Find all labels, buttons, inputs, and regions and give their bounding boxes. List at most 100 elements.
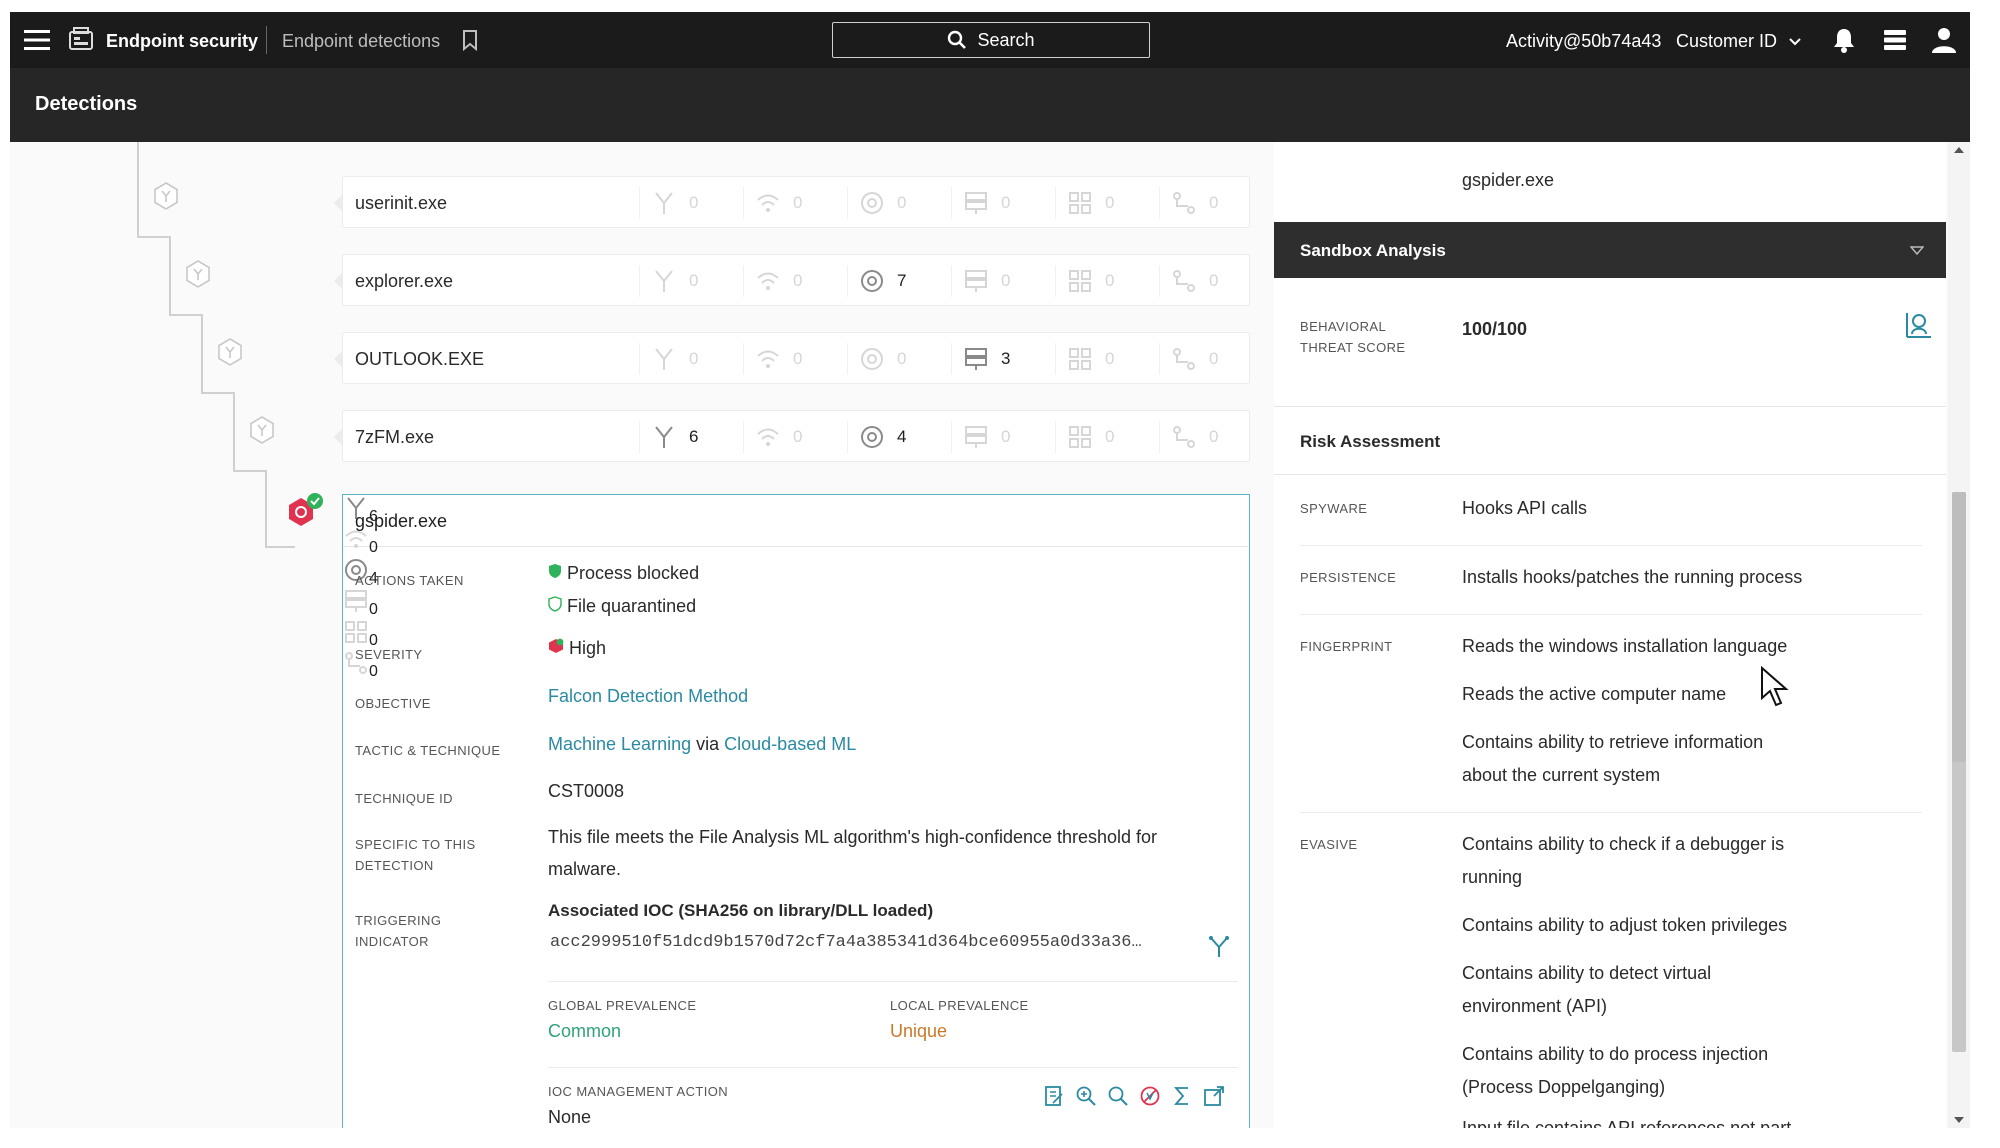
module-count[interactable]: 0 — [1067, 421, 1114, 453]
process-node-icon[interactable] — [184, 260, 212, 288]
zoom-in-icon[interactable] — [1075, 1085, 1097, 1107]
risk-item: Contains ability to retrieve information — [1462, 732, 1764, 752]
module-count[interactable]: 0 — [1067, 343, 1114, 375]
network-count[interactable]: 0 — [651, 343, 698, 375]
process-row[interactable]: 7zFM.exe 6 0 4 0 0 0 — [334, 410, 1250, 462]
selected-process-header[interactable]: gspider.exe 6 0 4 0 0 0 — [343, 495, 1249, 680]
disk-count[interactable]: 0 — [343, 588, 1249, 619]
module-count[interactable]: 0 — [1067, 265, 1114, 297]
network-count[interactable]: 0 — [651, 265, 698, 297]
technique-link[interactable]: Cloud-based ML — [724, 734, 856, 754]
bookmark-icon[interactable] — [462, 29, 478, 51]
tree-line — [201, 392, 233, 394]
report-icon[interactable] — [1904, 310, 1934, 340]
sandbox-analysis-title: Sandbox Analysis — [1300, 241, 1446, 260]
process-node-icon[interactable] — [216, 338, 244, 366]
action-file-quarantined: File quarantined — [548, 590, 696, 622]
registry-count[interactable]: 0 — [1171, 187, 1218, 219]
target-icon — [861, 270, 883, 292]
registry-count[interactable]: 0 — [343, 650, 1249, 681]
process-row[interactable]: OUTLOOK.EXE 0 0 0 3 0 0 — [334, 332, 1250, 384]
process-row[interactable]: userinit.exe 0 0 0 0 0 0 — [334, 176, 1250, 228]
wireless-count[interactable]: 0 — [755, 343, 802, 375]
account-name[interactable]: Activity@50b74a43 — [1506, 31, 1661, 52]
tactic-link[interactable]: Machine Learning — [548, 734, 691, 754]
customer-id-dropdown[interactable]: Customer ID — [1676, 31, 1802, 52]
severity-label: SEVERITY — [355, 647, 423, 662]
ioc-management-label: IOC MANAGEMENT ACTION — [548, 1084, 729, 1099]
search-label: Search — [977, 29, 1035, 50]
disk-count[interactable]: 0 — [963, 187, 1010, 219]
top-bar: Endpoint security Endpoint detections Se… — [10, 12, 1970, 68]
scrollbar-thumb[interactable] — [1952, 492, 1966, 762]
risk-item: (Process Doppelganging) — [1462, 1077, 1666, 1097]
side-panel-scrollbar[interactable] — [1948, 142, 1970, 1128]
user-icon[interactable] — [1930, 26, 1958, 54]
wireless-count[interactable]: 0 — [755, 421, 802, 453]
registry-count[interactable]: 0 — [1171, 343, 1218, 375]
network-count[interactable]: 6 — [651, 421, 698, 453]
objective-link[interactable]: Falcon Detection Method — [548, 680, 748, 712]
action-process-blocked: Process blocked — [548, 557, 699, 589]
selected-process-card: gspider.exe 6 0 4 0 0 0 ACTIONS TAKEN Pr… — [342, 494, 1250, 1128]
risk-assessment-title: Risk Assessment — [1300, 432, 1441, 451]
dns-count[interactable]: 0 — [859, 187, 906, 219]
local-prevalence-label: LOCAL PREVALENCE — [890, 998, 1029, 1013]
breadcrumb[interactable]: Endpoint detections — [282, 31, 440, 52]
external-link-icon[interactable] — [1203, 1085, 1225, 1107]
server-icon — [965, 348, 987, 370]
dns-count[interactable]: 4 — [343, 557, 1249, 588]
flow-icon — [1173, 348, 1195, 370]
scroll-up-icon[interactable] — [1953, 146, 1965, 154]
menu-icon[interactable] — [24, 28, 50, 52]
ioc-hash[interactable]: acc2999510f51dcd9b1570d72cf7a4a385341d36… — [550, 927, 1142, 959]
dns-count[interactable]: 7 — [859, 265, 906, 297]
search-icon — [948, 30, 967, 49]
tactic-value: Machine Learning via Cloud-based ML — [548, 728, 856, 760]
disk-count[interactable]: 0 — [963, 421, 1010, 453]
network-count[interactable]: 6 — [343, 495, 1249, 526]
sigma-icon[interactable] — [1171, 1085, 1193, 1107]
module-count[interactable]: 0 — [343, 619, 1249, 650]
disk-count[interactable]: 3 — [963, 343, 1010, 375]
registry-count[interactable]: 0 — [1171, 265, 1218, 297]
disk-count[interactable]: 0 — [963, 265, 1010, 297]
block-hash-icon[interactable] — [1139, 1085, 1161, 1107]
wifi-icon — [757, 194, 779, 212]
risk-item: about the current system — [1462, 765, 1661, 785]
wireless-count[interactable]: 0 — [343, 526, 1249, 557]
flow-icon — [1173, 426, 1195, 448]
stack-icon[interactable] — [1882, 28, 1908, 52]
fork-icon — [655, 192, 673, 214]
detection-node-icon[interactable] — [284, 492, 324, 532]
scroll-down-icon[interactable] — [1953, 1116, 1965, 1124]
risk-category-label: FINGERPRINT — [1300, 639, 1393, 654]
network-count[interactable]: 0 — [651, 187, 698, 219]
grid-icon — [1069, 270, 1091, 292]
page-title: Detections — [35, 93, 138, 115]
app-frame: Endpoint security Endpoint detections Se… — [10, 12, 1970, 1128]
flow-icon — [1173, 192, 1195, 214]
search-button[interactable]: Search — [832, 22, 1150, 58]
process-node-icon[interactable] — [248, 416, 276, 444]
risk-item: Reads the active computer name — [1462, 684, 1727, 704]
registry-count[interactable]: 0 — [1171, 421, 1218, 453]
tree-line — [233, 470, 265, 472]
collapse-triangle-icon[interactable] — [1910, 246, 1924, 256]
process-node-icon[interactable] — [152, 182, 180, 210]
search-icon[interactable] — [1107, 1085, 1129, 1107]
side-file-name: gspider.exe — [1462, 170, 1555, 190]
tactic-via: via — [696, 734, 720, 754]
ioc-graph-icon[interactable] — [1207, 935, 1231, 959]
dns-count[interactable]: 4 — [859, 421, 906, 453]
wireless-count[interactable]: 0 — [755, 187, 802, 219]
process-row[interactable]: explorer.exe 0 0 7 0 0 0 — [334, 254, 1250, 306]
customer-id-label: Customer ID — [1676, 31, 1778, 51]
ioc-action-toolbar — [1043, 1085, 1225, 1107]
dns-count[interactable]: 0 — [859, 343, 906, 375]
edit-document-icon[interactable] — [1043, 1085, 1065, 1107]
module-count[interactable]: 0 — [1067, 187, 1114, 219]
wireless-count[interactable]: 0 — [755, 265, 802, 297]
sandbox-analysis-header[interactable]: Sandbox Analysis — [1274, 222, 1946, 278]
bell-icon[interactable] — [1832, 26, 1856, 54]
